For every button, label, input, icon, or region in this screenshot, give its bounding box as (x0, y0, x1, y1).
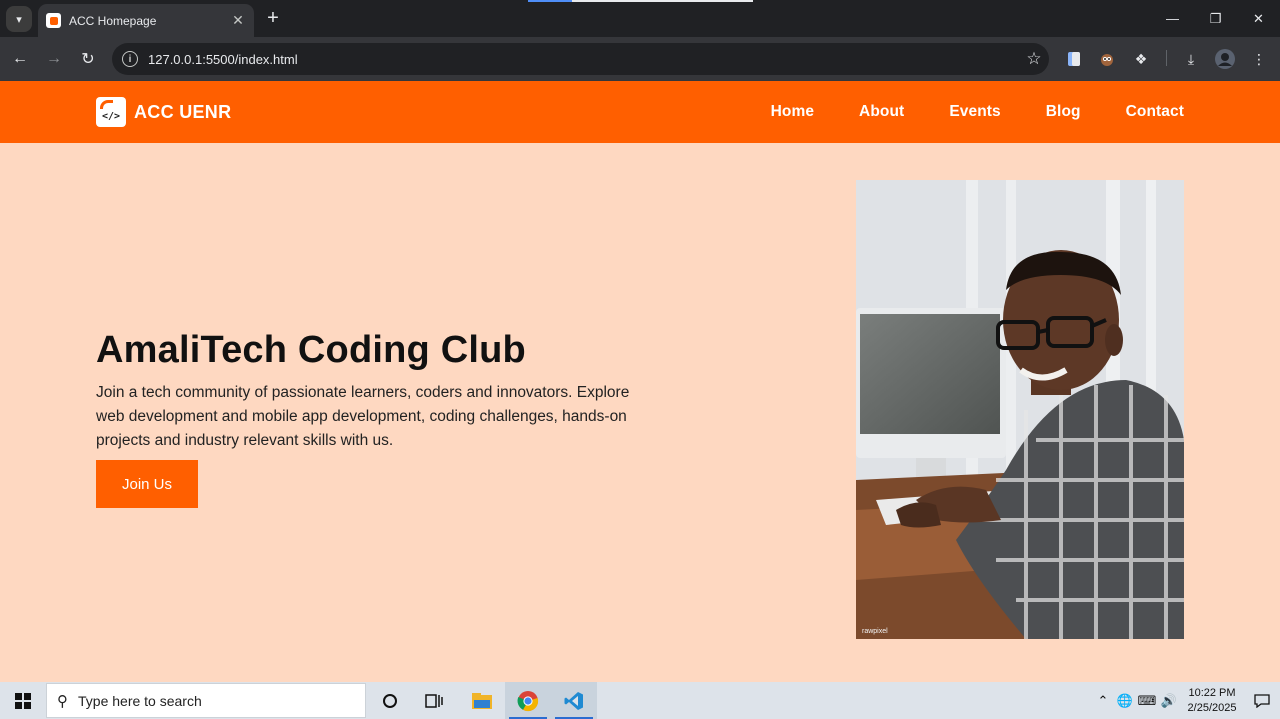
site-logo[interactable]: </> ACC UENR (96, 97, 231, 127)
back-icon[interactable]: ← (8, 47, 32, 71)
browser-tab[interactable]: ACC Homepage ✕ (38, 4, 254, 37)
nav-home[interactable]: Home (771, 103, 814, 121)
info-icon[interactable]: i (122, 51, 138, 67)
web-page: </> ACC UENR Home About Events Blog Cont… (0, 81, 1280, 682)
restore-button[interactable]: ❐ (1194, 0, 1237, 37)
network-globe-icon[interactable]: 🌐 (1114, 693, 1136, 709)
vscode-icon[interactable] (551, 682, 597, 719)
new-tab-button[interactable]: + (262, 7, 284, 29)
system-tray: ⌃ 🌐 ⌨ 🔊 10:22 PM 2/25/2025 (1092, 682, 1280, 719)
url-text[interactable]: 127.0.0.1:5500/index.html (148, 52, 1019, 67)
clock[interactable]: 10:22 PM 2/25/2025 (1180, 686, 1244, 716)
download-icon[interactable]: ⤓ (1180, 48, 1202, 70)
star-icon[interactable]: ☆ (1019, 49, 1049, 69)
notification-icon[interactable] (1244, 693, 1280, 708)
close-window-button[interactable]: ✕ (1237, 0, 1280, 37)
menu-icon[interactable]: ⋮ (1248, 48, 1270, 70)
nav-contact[interactable]: Contact (1126, 103, 1184, 121)
chevron-up-icon[interactable]: ⌃ (1092, 693, 1114, 709)
hero-photo: rawpixel (856, 180, 1184, 639)
forward-icon[interactable]: → (42, 47, 66, 71)
site-header: </> ACC UENR Home About Events Blog Cont… (0, 81, 1280, 143)
join-us-button[interactable]: Join Us (96, 460, 198, 508)
tab-title: ACC Homepage (69, 13, 157, 28)
loading-indicator (528, 0, 753, 2)
nav-blog[interactable]: Blog (1046, 103, 1081, 121)
browser-toolbar: ← → ↻ i 127.0.0.1:5500/index.html ☆ ❖ ⤓ … (0, 37, 1280, 81)
man-at-computer-image (856, 180, 1184, 639)
task-view-icon[interactable] (411, 682, 457, 719)
tab-search-button[interactable]: ▾ (6, 6, 32, 32)
file-explorer-icon[interactable] (459, 682, 505, 719)
address-bar[interactable]: i 127.0.0.1:5500/index.html ☆ (112, 43, 1049, 75)
extension-owl-icon[interactable] (1096, 48, 1118, 70)
site-nav: Home About Events Blog Contact (771, 81, 1184, 143)
chrome-icon[interactable] (505, 682, 551, 719)
extensions-puzzle-icon[interactable]: ❖ (1130, 48, 1152, 70)
taskbar-search-input[interactable]: ⚲ Type here to search (46, 683, 366, 718)
logo-text: ACC UENR (134, 101, 232, 122)
hero-description: Join a tech community of passionate lear… (96, 384, 630, 449)
volume-icon[interactable]: 🔊 (1158, 693, 1180, 709)
extension-doc-icon[interactable] (1063, 48, 1085, 70)
chevron-down-icon: ▾ (16, 13, 22, 26)
windows-taskbar: ⚲ Type here to search ⌃ 🌐 ⌨ 🔊 10:22 PM 2… (0, 682, 1280, 719)
nav-events[interactable]: Events (949, 103, 1000, 121)
logo-code-icon: </> (96, 97, 126, 127)
start-button[interactable] (0, 682, 46, 719)
nav-about[interactable]: About (859, 103, 904, 121)
close-tab-icon[interactable]: ✕ (230, 12, 246, 29)
reload-icon[interactable]: ↻ (76, 47, 100, 71)
favicon-icon (46, 13, 61, 28)
hero-title: AmaliTech Coding Club (96, 329, 526, 371)
windows-logo-icon (15, 692, 31, 709)
search-placeholder: Type here to search (78, 692, 202, 709)
profile-avatar-icon[interactable] (1214, 48, 1236, 70)
search-icon: ⚲ (57, 692, 68, 710)
browser-tab-strip: ▾ ACC Homepage ✕ + — ❐ ✕ (0, 0, 1280, 37)
minimize-button[interactable]: — (1151, 0, 1194, 37)
input-method-icon[interactable]: ⌨ (1136, 693, 1158, 709)
clock-date: 2/25/2025 (1187, 701, 1237, 714)
photo-watermark: rawpixel (862, 628, 888, 635)
window-controls: — ❐ ✕ (1151, 0, 1280, 37)
cortana-icon[interactable] (367, 682, 413, 719)
clock-time: 10:22 PM (1188, 686, 1236, 699)
toolbar-divider (1166, 50, 1167, 66)
